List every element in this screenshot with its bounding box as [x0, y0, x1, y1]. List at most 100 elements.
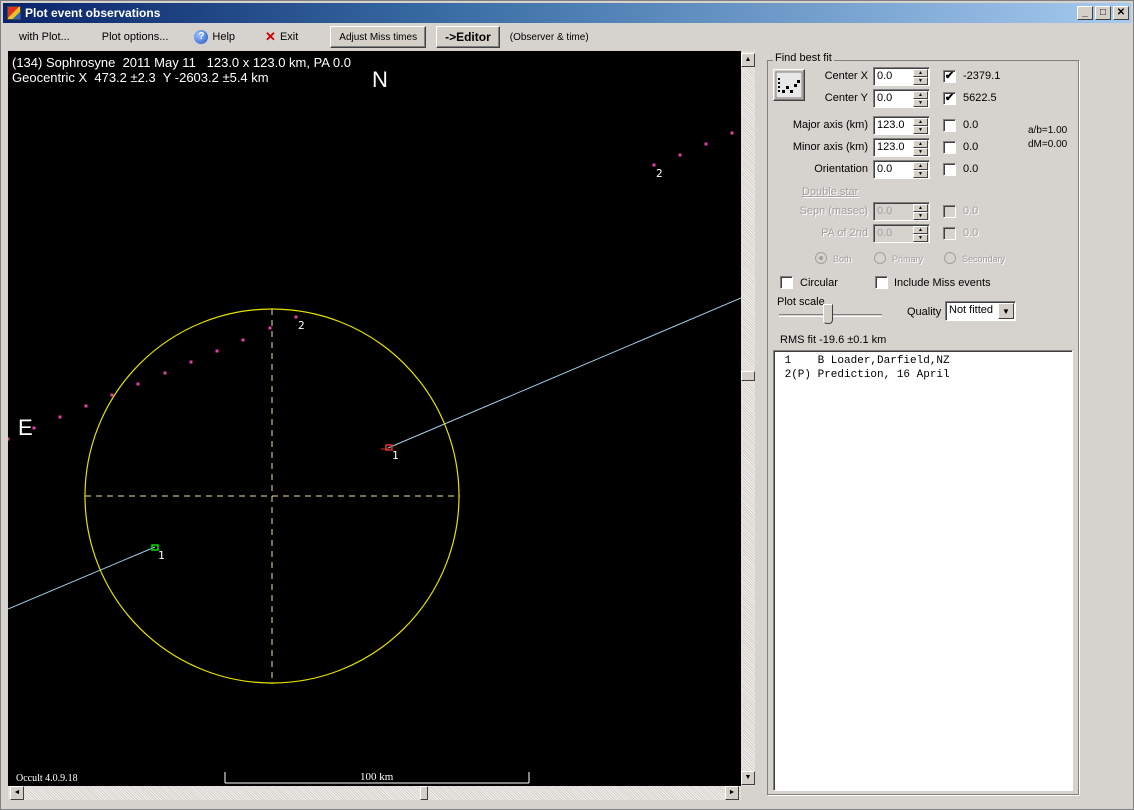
plot-scale-slider-thumb[interactable] — [823, 304, 833, 324]
spin-down-icon[interactable]: ▼ — [913, 170, 928, 178]
prediction-point — [110, 393, 114, 397]
window-title: Plot event observations — [25, 6, 161, 20]
spin-input[interactable]: 0.0 ▲ ▼ — [873, 67, 930, 86]
spin-down-icon[interactable]: ▼ — [913, 234, 928, 242]
exit-menu[interactable]: ✕ Exit — [257, 26, 306, 48]
fit-checkbox[interactable] — [943, 119, 956, 132]
plot-title-line2: Geocentric X 473.2 ±2.3 Y -2603.2 ±5.4 k… — [12, 70, 269, 85]
prediction-point — [8, 437, 10, 441]
prediction-point — [84, 404, 88, 408]
fit-checkbox[interactable] — [943, 141, 956, 154]
observers-list[interactable]: 1 B Loader,Darfield,NZ 2(P) Prediction, … — [773, 350, 1073, 791]
include-miss-checkbox[interactable] — [875, 276, 888, 289]
prediction-point — [163, 371, 167, 375]
scroll-left-button[interactable]: ◄ — [10, 786, 24, 800]
chord-line-upper — [387, 297, 741, 449]
editor-button[interactable]: ->Editor — [436, 26, 500, 48]
maximize-button[interactable]: □ — [1095, 6, 1111, 20]
spin-value: 123.0 — [877, 141, 905, 153]
field-label: Sepn (masec) — [799, 205, 868, 217]
spin-input[interactable]: 0.0 ▲ ▼ — [873, 89, 930, 108]
spin-input[interactable]: 123.0 ▲ ▼ — [873, 116, 930, 135]
dm-label: dM=0.00 — [1028, 139, 1068, 150]
spin-up-icon[interactable]: ▲ — [913, 69, 928, 77]
spin-value: 0.0 — [877, 227, 893, 239]
find-fit-button[interactable] — [773, 69, 805, 101]
scroll-right-button[interactable]: ► — [725, 786, 739, 800]
app-icon — [7, 6, 21, 20]
prediction-label-upper: 2 — [656, 167, 663, 180]
spin-up-icon[interactable]: ▲ — [913, 91, 928, 99]
chord-label-upper: 1 — [392, 449, 399, 462]
field-label: PA of 2nd — [821, 227, 868, 239]
fit-result: -2379.1 — [963, 70, 1001, 82]
exit-label: Exit — [279, 31, 299, 43]
spin-down-icon[interactable]: ▼ — [913, 148, 928, 156]
fit-checkbox[interactable]: ✔ — [943, 92, 956, 105]
field-label: Center X — [824, 70, 868, 82]
fit-result: 0.0 — [963, 205, 979, 217]
radio-secondary[interactable] — [944, 252, 956, 264]
spin-input[interactable]: 0.0 ▲ ▼ — [873, 224, 930, 243]
scroll-up-button[interactable]: ▲ — [741, 53, 755, 67]
exit-x-icon: ✕ — [265, 29, 276, 44]
prediction-point — [32, 426, 36, 430]
fit-checkbox[interactable]: ✔ — [943, 70, 956, 83]
spin-up-icon[interactable]: ▲ — [913, 118, 928, 126]
with-plot-label: with Plot... — [19, 31, 70, 43]
plot-options-label: Plot options... — [101, 31, 169, 43]
fit-checkbox[interactable] — [943, 163, 956, 176]
radio-primary[interactable] — [874, 252, 886, 264]
horizontal-scrollbar[interactable]: ◄ ► — [8, 786, 741, 800]
prediction-label-lower: 2 — [298, 319, 305, 332]
spin-down-icon[interactable]: ▼ — [913, 99, 928, 107]
plot-graphics: 1 1 2 2 — [8, 131, 741, 784]
ab-ratio-label: a/b=1.00 — [1028, 125, 1068, 136]
vertical-scrollbar[interactable]: ▲ ▼ — [741, 51, 755, 786]
vertical-scroll-thumb[interactable] — [741, 371, 755, 381]
north-label: N — [372, 67, 388, 92]
horizontal-scroll-thumb[interactable] — [420, 786, 428, 800]
plot-canvas[interactable]: 1 1 2 2 (134) Sophrosyne 2011 May 11 123… — [8, 51, 741, 786]
spin-down-icon[interactable]: ▼ — [913, 77, 928, 85]
circular-checkbox[interactable] — [780, 276, 793, 289]
scroll-down-button[interactable]: ▼ — [741, 771, 755, 785]
list-item[interactable]: 1 B Loader,Darfield,NZ — [778, 354, 1068, 368]
spin-input[interactable]: 0.0 ▲ ▼ — [873, 202, 930, 221]
chart-fit-icon — [775, 71, 803, 99]
east-label: E — [18, 415, 33, 440]
help-menu[interactable]: ? Help — [186, 26, 243, 48]
prediction-point — [189, 360, 193, 364]
close-button[interactable]: ✕ — [1113, 6, 1129, 20]
spin-up-icon[interactable]: ▲ — [913, 226, 928, 234]
spin-up-icon[interactable]: ▲ — [913, 162, 928, 170]
fit-result: 0.0 — [963, 119, 979, 131]
adjust-miss-times-button[interactable]: Adjust Miss times — [330, 26, 427, 48]
radio-both[interactable] — [815, 252, 827, 264]
quality-select[interactable]: Not fitted ▼ — [945, 301, 1016, 321]
plot-options-menu[interactable]: Plot options... — [94, 26, 177, 48]
prediction-point — [704, 142, 708, 146]
spin-input[interactable]: 123.0 ▲ ▼ — [873, 138, 930, 157]
fit-checkbox[interactable] — [943, 205, 956, 218]
help-icon: ? — [194, 30, 209, 44]
minimize-button[interactable]: _ — [1077, 6, 1093, 20]
spin-up-icon[interactable]: ▲ — [913, 204, 928, 212]
fit-result: 0.0 — [963, 227, 979, 239]
chevron-down-icon[interactable]: ▼ — [998, 303, 1014, 319]
spin-input[interactable]: 0.0 ▲ ▼ — [873, 160, 930, 179]
fit-checkbox[interactable] — [943, 227, 956, 240]
list-item[interactable]: 2(P) Prediction, 16 April — [778, 368, 1068, 382]
prediction-point — [241, 338, 245, 342]
spin-down-icon[interactable]: ▼ — [913, 126, 928, 134]
title-bar: Plot event observations _ □ ✕ — [3, 3, 1131, 23]
spin-value: 0.0 — [877, 163, 893, 175]
spin-up-icon[interactable]: ▲ — [913, 140, 928, 148]
double-star-link[interactable]: Double star — [802, 186, 858, 198]
with-plot-menu[interactable]: with Plot... — [11, 26, 78, 48]
help-label: Help — [212, 31, 236, 43]
spin-down-icon[interactable]: ▼ — [913, 212, 928, 220]
find-best-fit-title: Find best fit — [773, 52, 834, 64]
prediction-point — [58, 415, 62, 419]
field-label: Orientation — [814, 163, 868, 175]
